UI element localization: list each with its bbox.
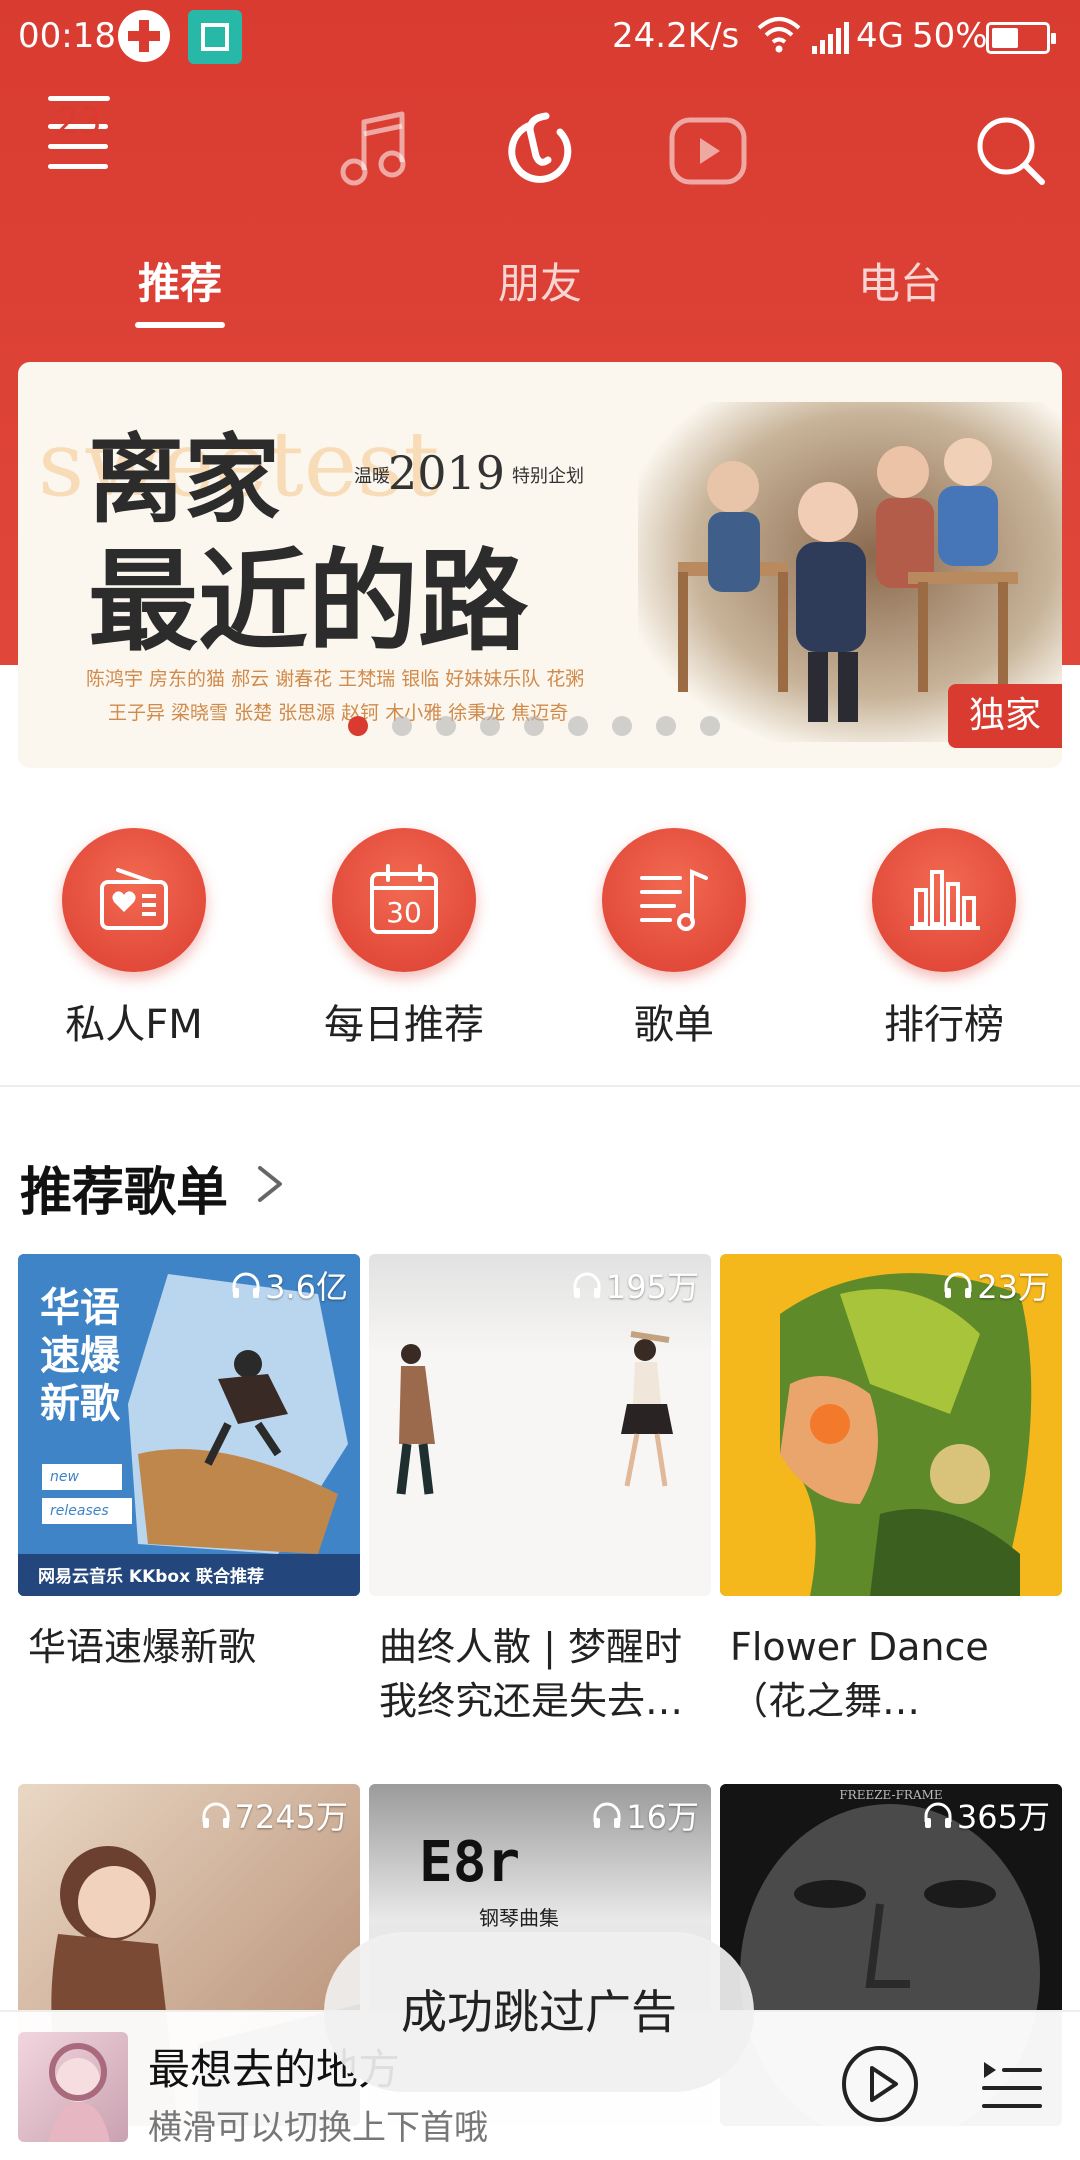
banner-artists-line2: 王子异 梁晓雪 张楚 张思源 赵钶 木小雅 徐秉龙 焦迈奇	[108, 702, 569, 724]
carousel-dot	[348, 716, 368, 736]
playlist-cover: 华语 速爆 新歌 new releases 网易云音乐 KKbox 联合推荐 3…	[18, 1254, 360, 1596]
search-icon[interactable]	[960, 100, 1060, 200]
quick-entry-playlist[interactable]: 歌单	[564, 828, 784, 1050]
cover-text: E8r	[419, 1830, 521, 1895]
carousel-dot	[392, 716, 412, 736]
playlist-card[interactable]: 华语 速爆 新歌 new releases 网易云音乐 KKbox 联合推荐 3…	[18, 1254, 360, 1674]
carousel-dot	[700, 716, 720, 736]
tab-recommend[interactable]: 推荐	[138, 250, 222, 311]
wifi-icon	[757, 17, 801, 53]
playlist-cover: 195万	[369, 1254, 711, 1596]
carousel-dot	[480, 716, 500, 736]
menu-icon[interactable]: 23	[40, 96, 140, 200]
toast: 成功跳过广告	[324, 1932, 754, 2092]
cover-subtitle: 钢琴曲集	[479, 1906, 559, 1930]
cover-text: 速爆	[40, 1333, 120, 1379]
playlist-icon	[602, 828, 746, 972]
active-tab-indicator	[135, 322, 225, 328]
play-count: 7245万	[199, 1792, 348, 1838]
network-type: 4G	[856, 16, 904, 56]
divider	[0, 1085, 1080, 1087]
quick-entry-fm[interactable]: 私人FM	[24, 828, 244, 1050]
carousel-dot	[524, 716, 544, 736]
playlist-cover: 23万	[720, 1254, 1062, 1596]
tab-friends[interactable]: 朋友	[498, 250, 582, 311]
quick-entry-label: 私人FM	[65, 1002, 203, 1048]
carousel-dot	[436, 716, 456, 736]
screenshot-icon	[188, 10, 242, 64]
banner-title-line2: 最近的路	[88, 537, 528, 666]
banner-year: 2019	[388, 446, 506, 500]
carousel-dot	[568, 716, 588, 736]
music-icon[interactable]	[322, 100, 422, 200]
play-count: 3.6亿	[229, 1262, 348, 1308]
tab-bar: 推荐 朋友 电台	[0, 250, 1080, 330]
quick-entry-label: 歌单	[634, 1002, 714, 1048]
cover-text: 华语	[40, 1285, 120, 1331]
headphones-icon	[232, 1272, 260, 1298]
top-nav: 23	[0, 96, 1080, 210]
headphones-icon	[944, 1272, 972, 1298]
chart-icon	[872, 828, 1016, 972]
quick-entries: 私人FM 30 每日推荐 歌单 排行榜	[0, 828, 1080, 1048]
network-speed: 24.2K/s	[612, 16, 740, 56]
play-count: 16万	[590, 1792, 699, 1838]
carousel-dot	[656, 716, 676, 736]
headphones-icon	[593, 1802, 621, 1828]
app-screen: { "status_bar": { "time": "00:18", "spee…	[0, 0, 1080, 2160]
calendar-day: 30	[386, 896, 422, 929]
status-bar: 00:18 24.2K/s 4G 50%	[0, 0, 1080, 75]
cover-footer: 网易云音乐 KKbox 联合推荐	[38, 1567, 264, 1587]
section-title[interactable]: 推荐歌单	[20, 1150, 228, 1225]
cover-tag: releases	[42, 1498, 132, 1524]
play-icon[interactable]	[840, 2044, 920, 2124]
banner-carousel[interactable]: sweetest 离家 温暖 2019 特别企划 最近的路 陈鸿宇 房东的猫 郝…	[18, 362, 1062, 768]
album-thumbnail[interactable]	[18, 2032, 128, 2142]
headphones-icon	[202, 1802, 230, 1828]
toast-message: 成功跳过广告	[401, 1985, 677, 2039]
exclusive-badge: 独家	[948, 684, 1062, 748]
banner-artists-line1: 陈鸿宇 房东的猫 郝云 谢春花 王梵瑞 银临 好妹妹乐队 花粥	[86, 668, 585, 690]
tab-radio[interactable]: 电台	[858, 250, 942, 311]
radio-icon	[62, 828, 206, 972]
play-count: 195万	[570, 1262, 699, 1308]
video-icon[interactable]	[658, 100, 758, 200]
headphones-icon	[573, 1272, 601, 1298]
carousel-dot	[612, 716, 632, 736]
playlist-title: 华语速爆新歌	[28, 1625, 257, 1669]
quick-entry-label: 每日推荐	[324, 1002, 484, 1048]
health-app-icon	[118, 10, 170, 62]
cover-tag: new	[42, 1464, 122, 1490]
quick-entry-label: 排行榜	[884, 1002, 1004, 1048]
playlist-card[interactable]: 195万 曲终人散 | 梦醒时我终究还是失去…	[369, 1254, 711, 1728]
calendar-icon: 30	[332, 828, 476, 972]
playlist-title: Flower Dance（花之舞…	[730, 1625, 989, 1723]
play-count: 23万	[941, 1262, 1050, 1308]
quick-entry-chart[interactable]: 排行榜	[834, 828, 1054, 1050]
playlist-title: 曲终人散 | 梦醒时我终究还是失去…	[379, 1625, 684, 1723]
banner-tag-left: 温暖	[354, 466, 390, 487]
quick-entry-daily[interactable]: 30 每日推荐	[294, 828, 514, 1050]
play-count: 365万	[921, 1792, 1050, 1838]
headphones-icon	[924, 1802, 952, 1828]
battery-percent: 50%	[912, 16, 988, 56]
status-time: 00:18	[18, 16, 116, 56]
now-playing-hint: 横滑可以切换上下首哦	[148, 2108, 488, 2148]
chevron-right-icon[interactable]	[252, 1162, 288, 1206]
playlist-card[interactable]: 23万 Flower Dance（花之舞…	[720, 1254, 1062, 1728]
signal-icon	[812, 22, 849, 54]
cover-text: 新歌	[40, 1381, 120, 1427]
battery-icon	[986, 22, 1056, 54]
playlist-queue-icon[interactable]	[980, 2056, 1044, 2116]
banner-tag-right: 特别企划	[512, 466, 584, 487]
notification-badge: 23	[48, 96, 110, 142]
discover-icon[interactable]	[490, 100, 590, 200]
